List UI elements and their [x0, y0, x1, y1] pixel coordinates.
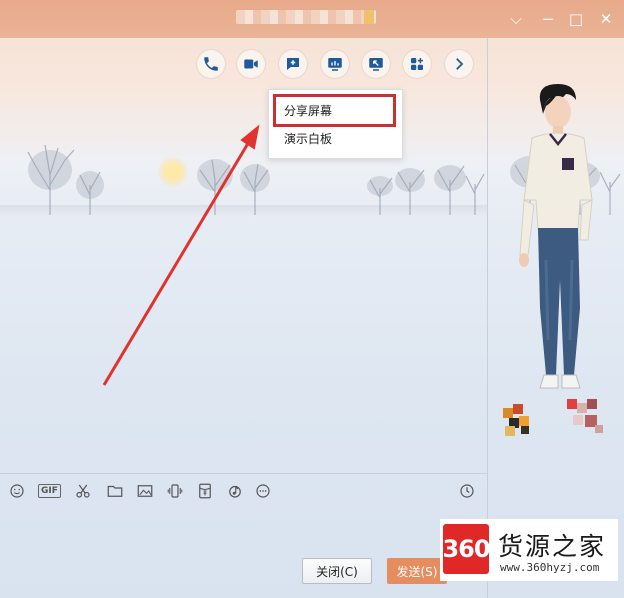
emoji-button[interactable]	[8, 480, 26, 502]
apps-button[interactable]	[403, 50, 431, 78]
file-button[interactable]	[106, 480, 124, 502]
minimize-button[interactable]: −	[537, 8, 559, 30]
minimize-dropdown-button[interactable]: ⌵	[505, 8, 527, 30]
remote-assist-button[interactable]	[362, 50, 390, 78]
history-clock-icon	[460, 484, 474, 498]
send-message-button[interactable]	[279, 50, 307, 78]
history-button[interactable]	[458, 480, 476, 502]
more-icon	[256, 484, 270, 498]
shake-icon	[167, 484, 183, 498]
message-plus-icon	[287, 58, 299, 70]
close-window-button[interactable]: ✕	[595, 8, 617, 30]
scissors-icon	[76, 484, 90, 498]
gif-icon: GIF	[38, 484, 61, 498]
screen-share-menu: 分享屏幕 演示白板	[268, 89, 403, 159]
title-bar: ⌵ − □ ✕	[0, 0, 624, 38]
send-button[interactable]: 发送(S)	[387, 558, 447, 584]
music-button[interactable]	[226, 480, 244, 502]
more-input-tools-button[interactable]	[254, 480, 272, 502]
pet-avatar-blurred-2	[567, 399, 603, 433]
red-packet-icon	[199, 483, 211, 499]
red-packet-button[interactable]	[196, 480, 214, 502]
music-icon	[229, 485, 241, 498]
maximize-button[interactable]: □	[565, 8, 587, 30]
watermark: 360 货源之家 www.360hyzj.com	[440, 519, 618, 581]
phone-icon	[204, 57, 218, 71]
remote-assist-icon	[369, 58, 383, 71]
chat-toolbar	[0, 50, 488, 80]
screen-share-button[interactable]	[321, 50, 349, 78]
video-icon	[244, 59, 258, 69]
chevron-right-icon	[456, 58, 464, 70]
title-text	[364, 10, 374, 24]
emoji-icon	[10, 484, 24, 498]
screen-share-icon	[328, 58, 342, 71]
voice-call-button[interactable]	[197, 50, 225, 78]
input-divider[interactable]	[0, 473, 487, 474]
input-toolbar: GIF	[0, 480, 488, 504]
menu-item-whiteboard[interactable]: 演示白板	[284, 130, 332, 147]
shake-button[interactable]	[166, 480, 184, 502]
image-icon	[137, 485, 153, 497]
more-tools-button[interactable]	[445, 50, 473, 78]
watermark-title: 货源之家	[498, 532, 607, 561]
contact-name-blurred	[236, 10, 376, 24]
watermark-logo: 360	[442, 524, 491, 574]
folder-icon	[107, 485, 123, 497]
screenshot-button[interactable]	[74, 480, 92, 502]
side-pane-divider[interactable]	[487, 38, 488, 598]
close-button[interactable]: 关闭(C)	[302, 558, 372, 584]
video-call-button[interactable]	[237, 50, 265, 78]
chat-window: ⌵ − □ ✕ 分享屏幕 演示白板 GIF 关闭(C) 发送(S) 360 货源…	[0, 0, 624, 598]
menu-item-share-screen[interactable]: 分享屏幕	[284, 102, 332, 119]
gif-button[interactable]: GIF	[38, 480, 61, 502]
avatar-figure	[519, 84, 593, 389]
pet-avatar-blurred	[503, 404, 529, 436]
image-button[interactable]	[136, 480, 154, 502]
watermark-url: www.360hyzj.com	[500, 561, 600, 574]
apps-icon	[411, 58, 423, 70]
